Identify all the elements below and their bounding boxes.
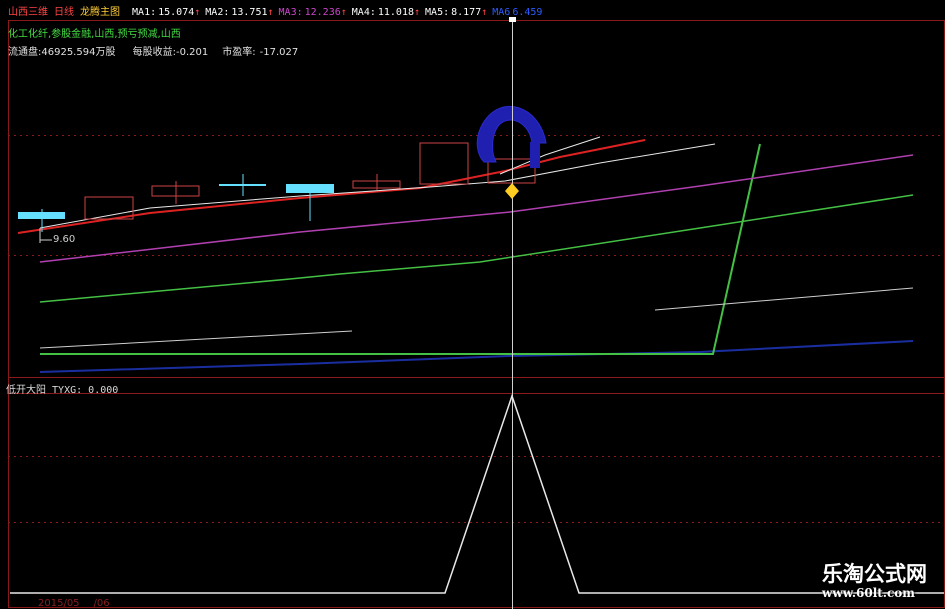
diamond-marker-icon bbox=[505, 183, 519, 199]
candle bbox=[18, 212, 65, 219]
ma-purple-line bbox=[39, 154, 914, 263]
ma-value: 12.236 bbox=[304, 7, 341, 18]
chart-header: 山西三维 日线 龙腾主图 MA1: 15.074↑ MA2: 13.751↑ MA3: 12.… bbox=[8, 3, 553, 19]
stock-chart-window: 山西三维 日线 龙腾主图 MA1: 15.074↑ MA2: 13.751↑ MA3: 12.… bbox=[0, 0, 945, 609]
candle bbox=[219, 184, 266, 186]
eps: 每股收益:-0.201 bbox=[133, 47, 209, 58]
ma-value: 6.459 bbox=[512, 7, 543, 18]
chart-name: 龙腾主图 bbox=[80, 7, 120, 18]
ma-value: 11.018 bbox=[377, 7, 414, 18]
sub-indicator-header: 低开大阳 TYXG: 0.000 bbox=[6, 381, 118, 396]
date-axis: 2015/05/06 bbox=[38, 598, 110, 609]
up-arrow-icon: ↑ bbox=[414, 7, 421, 18]
series-label: TYXG: bbox=[52, 385, 83, 396]
ma-lines bbox=[17, 136, 914, 373]
ma-label: MA6 bbox=[492, 7, 511, 18]
eps-value: -0.201 bbox=[176, 47, 209, 58]
grid bbox=[8, 20, 945, 608]
watermark-url: www.60lt.com bbox=[822, 586, 915, 600]
pe-value: -17.027 bbox=[259, 47, 299, 58]
ma-value: 8.177 bbox=[451, 7, 482, 18]
date-label: 2015/05 bbox=[38, 598, 80, 609]
indicator-name[interactable]: 低开大阳 bbox=[6, 385, 46, 396]
float-label: 流通盘: bbox=[8, 47, 42, 58]
candle bbox=[419, 142, 469, 185]
ma-label: MA4: bbox=[351, 7, 376, 18]
signal-marker-stem bbox=[530, 142, 540, 168]
ma-value: 13.751 bbox=[231, 7, 268, 18]
ma-label: MA1: bbox=[132, 7, 157, 18]
ma-blue-line bbox=[39, 340, 914, 373]
ma-white-lower-line bbox=[39, 330, 353, 349]
tyxg-line bbox=[10, 393, 944, 594]
ma-label: MA5: bbox=[425, 7, 450, 18]
sector-line: 化工化纤,参股金融,山西,预亏预减,山西 bbox=[8, 25, 195, 40]
ma-label: MA2: bbox=[205, 7, 230, 18]
watermark-title: 乐淘公式网 bbox=[822, 561, 927, 586]
ma-legend-item: MA5: 8.177↑ bbox=[425, 7, 487, 18]
up-arrow-icon: ↑ bbox=[340, 7, 347, 18]
chart-frame bbox=[8, 20, 945, 608]
fundamental-line: 流通盘:46925.594万股 每股收益:-0.201 市盈率: -17.027 bbox=[8, 43, 312, 58]
pe: 市盈率: -17.027 bbox=[222, 47, 298, 58]
ma-legend-item: MA3: 12.236↑ bbox=[279, 7, 347, 18]
ma-white-right-line bbox=[654, 287, 914, 311]
chart-canvas bbox=[8, 17, 945, 609]
ma-label: MA3: bbox=[278, 7, 303, 18]
sectors: 化工化纤,参股金融,山西,预亏预减,山西 bbox=[8, 29, 181, 40]
period-label[interactable]: 日线 bbox=[54, 7, 74, 18]
pe-label: 市盈率: bbox=[222, 47, 256, 58]
ma-legend-item: MA6 6.459 bbox=[492, 7, 542, 18]
ma-legend: MA1: 15.074↑ MA2: 13.751↑ MA3: 12.236↑ MA4: 11.… bbox=[132, 7, 547, 18]
series-value: 0.000 bbox=[88, 385, 119, 396]
ma-legend-item: MA2: 13.751↑ bbox=[205, 7, 273, 18]
candles bbox=[18, 142, 536, 232]
ma-value: 15.074 bbox=[158, 7, 195, 18]
up-arrow-icon: ↑ bbox=[481, 7, 488, 18]
low-price-label: 9.60 bbox=[53, 234, 76, 245]
float-shares: 流通盘:46925.594万股 bbox=[8, 47, 115, 58]
ma-legend-item: MA1: 15.074↑ bbox=[132, 7, 200, 18]
up-arrow-icon: ↑ bbox=[194, 7, 201, 18]
candle bbox=[286, 184, 334, 193]
up-arrow-icon: ↑ bbox=[267, 7, 274, 18]
date-label-2: /06 bbox=[93, 598, 110, 609]
ma-legend-item: MA4: 11.018↑ bbox=[352, 7, 420, 18]
eps-label: 每股收益: bbox=[132, 47, 177, 58]
stock-name[interactable]: 山西三维 bbox=[8, 7, 48, 18]
float-value: 46925.594万股 bbox=[41, 47, 116, 58]
